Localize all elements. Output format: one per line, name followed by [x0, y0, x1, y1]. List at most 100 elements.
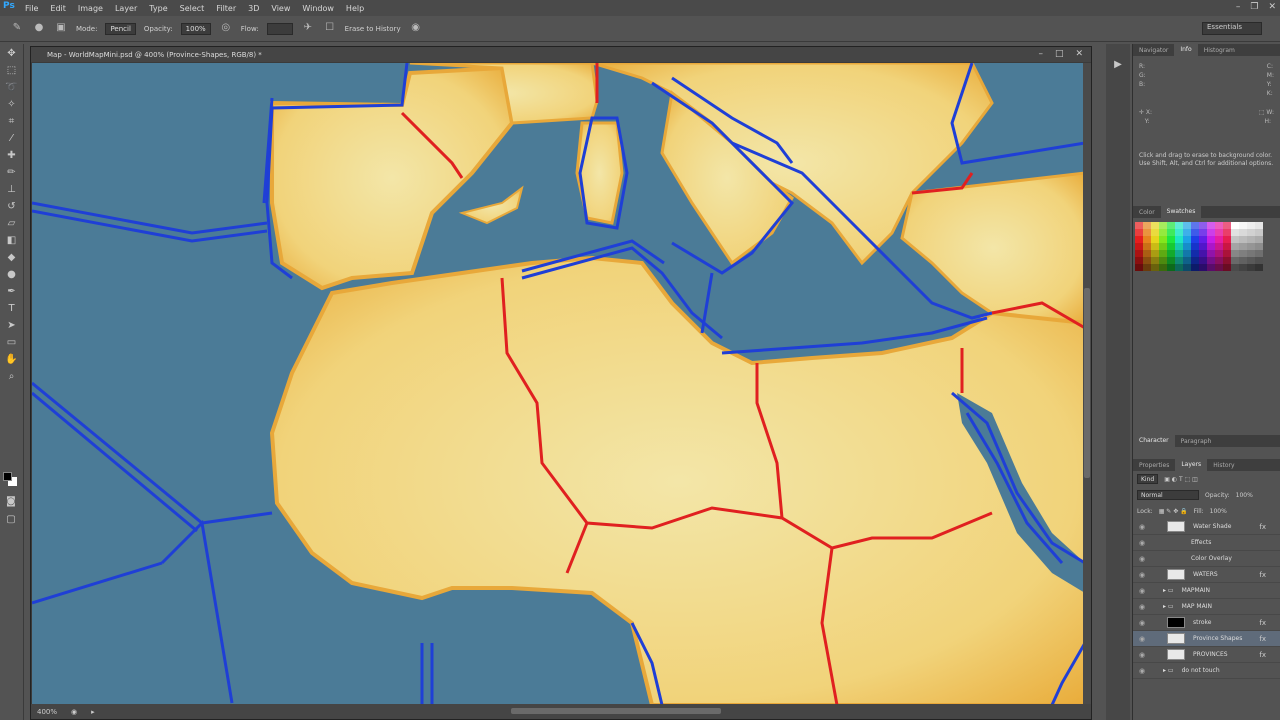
swatch-cell[interactable] [1175, 257, 1183, 264]
tab-paragraph[interactable]: Paragraph [1175, 438, 1218, 445]
swatch-cell[interactable] [1223, 257, 1231, 264]
swatch-cell[interactable] [1143, 264, 1151, 271]
tab-histogram[interactable]: Histogram [1198, 47, 1241, 54]
swatch-cell[interactable] [1159, 222, 1167, 229]
swatch-cell[interactable] [1247, 236, 1255, 243]
swatch-cell[interactable] [1255, 264, 1263, 271]
quick-mask-icon[interactable]: ◙ [4, 495, 18, 509]
swatch-cell[interactable] [1215, 229, 1223, 236]
eyedropper-tool-icon[interactable]: ⁄ [5, 132, 19, 146]
marquee-tool-icon[interactable]: ⬚ [5, 64, 19, 78]
swatch-cell[interactable] [1191, 229, 1199, 236]
horizontal-scroll-thumb[interactable] [511, 708, 721, 714]
swatch-cell[interactable] [1159, 236, 1167, 243]
tab-layers[interactable]: Layers [1175, 459, 1208, 471]
swatch-cell[interactable] [1223, 250, 1231, 257]
menu-file[interactable]: File [25, 4, 38, 13]
swatch-cell[interactable] [1207, 250, 1215, 257]
swatch-cell[interactable] [1143, 236, 1151, 243]
swatch-cell[interactable] [1231, 222, 1239, 229]
visibility-eye-icon[interactable]: ◉ [1139, 603, 1149, 611]
swatch-cell[interactable] [1167, 243, 1175, 250]
swatch-cell[interactable] [1183, 229, 1191, 236]
visibility-eye-icon[interactable]: ◉ [1139, 635, 1149, 643]
layer-effects-icon[interactable]: fx [1259, 571, 1266, 579]
swatch-cell[interactable] [1231, 229, 1239, 236]
swatch-cell[interactable] [1191, 222, 1199, 229]
swatch-cell[interactable] [1199, 222, 1207, 229]
vertical-scroll-thumb[interactable] [1084, 288, 1090, 478]
status-info-icon[interactable]: ◉ [71, 708, 77, 716]
swatch-cell[interactable] [1207, 243, 1215, 250]
crop-tool-icon[interactable]: ⌗ [5, 115, 19, 129]
menu-select[interactable]: Select [180, 4, 205, 13]
swatch-cell[interactable] [1175, 250, 1183, 257]
pressure-opacity-icon[interactable]: ◎ [219, 22, 233, 36]
tab-history[interactable]: History [1207, 462, 1240, 469]
swatch-cell[interactable] [1231, 236, 1239, 243]
swatch-cell[interactable] [1167, 264, 1175, 271]
menu-image[interactable]: Image [78, 4, 103, 13]
eraser-tool-icon[interactable]: ▱ [5, 217, 19, 231]
history-brush-tool-icon[interactable]: ↺ [5, 200, 19, 214]
swatch-cell[interactable] [1247, 250, 1255, 257]
stamp-tool-icon[interactable]: ⊥ [5, 183, 19, 197]
tab-navigator[interactable]: Navigator [1133, 47, 1174, 54]
visibility-eye-icon[interactable]: ◉ [1139, 523, 1149, 531]
brush-panel-icon[interactable]: ▣ [54, 22, 68, 36]
swatch-cell[interactable] [1207, 236, 1215, 243]
tab-info[interactable]: Info [1174, 44, 1198, 56]
swatch-cell[interactable] [1183, 264, 1191, 271]
swatch-cell[interactable] [1223, 243, 1231, 250]
screen-mode-icon[interactable]: ▢ [4, 513, 18, 527]
swatch-cell[interactable] [1255, 236, 1263, 243]
swatch-cell[interactable] [1247, 243, 1255, 250]
swatch-cell[interactable] [1223, 229, 1231, 236]
fill-value[interactable]: 100% [1210, 508, 1227, 515]
layer-effects-icon[interactable]: fx [1259, 523, 1266, 531]
folder-icon[interactable]: ▸ ▭ [1163, 667, 1174, 674]
doc-maximize-icon[interactable]: □ [1055, 49, 1064, 59]
dodge-tool-icon[interactable]: ● [5, 268, 19, 282]
zoom-tool-icon[interactable]: ⌕ [5, 370, 19, 384]
swatch-cell[interactable] [1231, 264, 1239, 271]
layer-opacity-value[interactable]: 100% [1236, 492, 1253, 499]
layer-effects-icon[interactable]: fx [1259, 619, 1266, 627]
swatch-cell[interactable] [1135, 250, 1143, 257]
lock-icons[interactable]: ▦ ✎ ✥ 🔒 [1159, 508, 1188, 515]
swatch-cell[interactable] [1135, 264, 1143, 271]
tab-properties[interactable]: Properties [1133, 462, 1175, 469]
swatch-cell[interactable] [1151, 222, 1159, 229]
visibility-eye-icon[interactable]: ◉ [1139, 619, 1149, 627]
doc-minimize-icon[interactable]: – [1038, 49, 1043, 59]
swatch-cell[interactable] [1247, 257, 1255, 264]
swatch-cell[interactable] [1191, 236, 1199, 243]
swatch-cell[interactable] [1255, 250, 1263, 257]
swatch-cell[interactable] [1191, 250, 1199, 257]
swatch-cell[interactable] [1167, 250, 1175, 257]
kind-filter[interactable]: Kind [1137, 474, 1159, 484]
swatch-cell[interactable] [1143, 250, 1151, 257]
zoom-level[interactable]: 400% [37, 708, 57, 716]
hand-tool-icon[interactable]: ✋ [5, 353, 19, 367]
layer-row[interactable]: ◉ WATERS fx [1133, 567, 1280, 583]
swatch-cell[interactable] [1143, 257, 1151, 264]
eraser-tool-icon[interactable]: ✎ [10, 22, 24, 36]
swatch-cell[interactable] [1159, 243, 1167, 250]
magic-wand-tool-icon[interactable]: ✧ [5, 98, 19, 112]
swatch-cell[interactable] [1239, 236, 1247, 243]
type-tool-icon[interactable]: T [5, 302, 19, 316]
swatch-cell[interactable] [1159, 250, 1167, 257]
gradient-tool-icon[interactable]: ◧ [5, 234, 19, 248]
workspace-select[interactable]: Essentials [1202, 22, 1262, 35]
swatch-cell[interactable] [1239, 229, 1247, 236]
folder-icon[interactable]: ▸ ▭ [1163, 587, 1174, 594]
layer-row[interactable]: ◉ ▸ ▭ MAP MAIN [1133, 599, 1280, 615]
document-tab[interactable]: Map - WorldMapMini.psd @ 400% (Province-… [31, 47, 1091, 62]
menu-view[interactable]: View [271, 4, 290, 13]
erase-history-checkbox[interactable]: ☐ [323, 22, 337, 36]
swatch-cell[interactable] [1239, 257, 1247, 264]
lasso-tool-icon[interactable]: ➰ [5, 81, 19, 95]
swatch-cell[interactable] [1199, 250, 1207, 257]
brush-tool-icon[interactable]: ✏ [5, 166, 19, 180]
